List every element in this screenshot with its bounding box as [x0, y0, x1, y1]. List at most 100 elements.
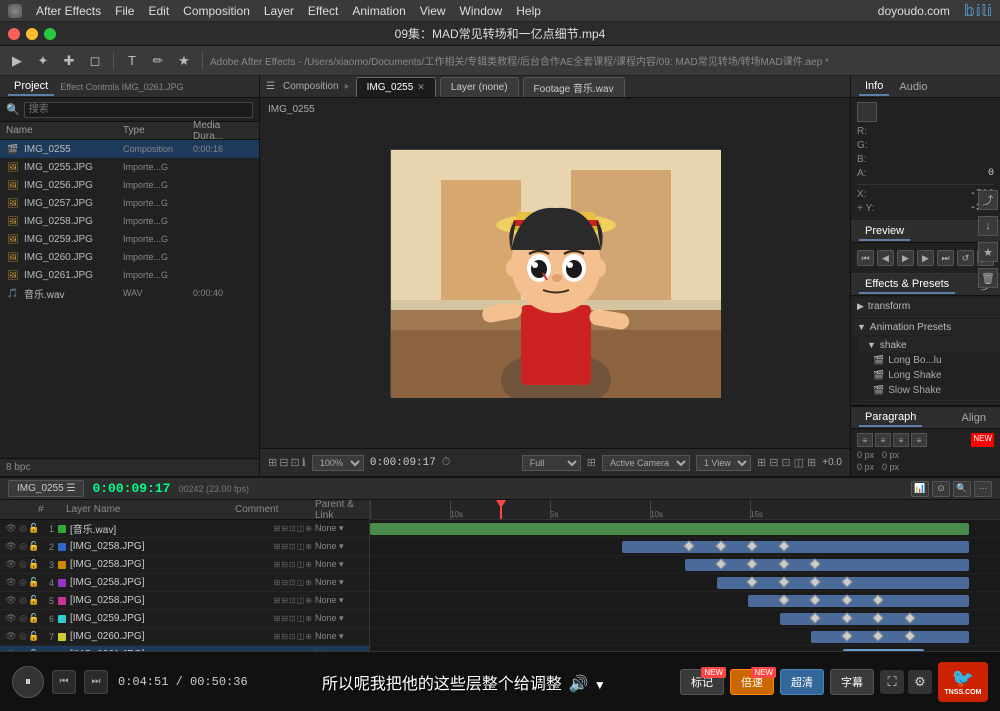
layer-lock-5[interactable]: 🔓 [28, 613, 38, 624]
tab-align[interactable]: Align [956, 410, 992, 426]
layer-icon-a-0[interactable]: ⊞ [274, 524, 281, 533]
layer-solo-5[interactable]: ◎ [18, 613, 28, 624]
layer-eye-3[interactable]: 👁 [4, 577, 18, 588]
file-item-0[interactable]: 🎬 IMG_0255 Composition 0:00:16 [0, 140, 259, 158]
tl-btn-solo[interactable]: ⊙ [932, 481, 950, 497]
prev-play[interactable]: ▶ [897, 250, 914, 266]
layer-row-6[interactable]: 👁 ◎ 🔓 7 [IMG_0260.JPG] ⊞ ⊟ ⊡ ◫ ⊕ None ▾ [0, 628, 369, 646]
layer-eye-6[interactable]: 👁 [4, 631, 18, 642]
layer-icon-e-5[interactable]: ⊕ [305, 614, 312, 623]
playhead[interactable] [500, 500, 502, 519]
pause-button[interactable]: ⏸ [12, 666, 44, 698]
viewer-icon-e[interactable]: ⊞ [807, 456, 816, 469]
file-item-3[interactable]: 🖼 IMG_0257.JPG Importe...G [0, 194, 259, 212]
layer-lock-0[interactable]: 🔓 [28, 523, 38, 534]
tab-layer-none[interactable]: Layer (none) [440, 77, 519, 97]
viewer-icon-c[interactable]: ⊡ [781, 456, 790, 469]
layer-icon-d-6[interactable]: ◫ [297, 632, 305, 641]
layer-row-5[interactable]: 👁 ◎ 🔓 6 [IMG_0259.JPG] ⊞ ⊟ ⊡ ◫ ⊕ None ▾ [0, 610, 369, 628]
para-align-center[interactable]: ≡ [875, 433, 891, 447]
star-icon[interactable]: ★ [978, 242, 998, 262]
tl-btn-graph[interactable]: 📊 [911, 481, 929, 497]
menu-aftereffects[interactable]: After Effects [36, 4, 101, 18]
timeline-comp-tab[interactable]: IMG_0255 ☰ [8, 480, 84, 497]
menu-view[interactable]: View [420, 4, 446, 18]
tab-effects-presets[interactable]: Effects & Presets [859, 276, 955, 294]
quality-button[interactable]: 超清 [780, 669, 824, 695]
layer-icon-d-5[interactable]: ◫ [297, 614, 305, 623]
layer-icon-e-4[interactable]: ⊕ [305, 596, 312, 605]
camera-select[interactable]: Active Camera [602, 455, 690, 471]
share-icon[interactable]: ⤴ [978, 190, 998, 210]
layer-icon-a-3[interactable]: ⊞ [274, 578, 281, 587]
layer-icon-b-3[interactable]: ⊟ [281, 578, 288, 587]
layer-solo-6[interactable]: ◎ [18, 631, 28, 642]
layer-icon-d-4[interactable]: ◫ [297, 596, 305, 605]
layer-icon-c-3[interactable]: ⊡ [289, 578, 296, 587]
toolbar-stamp[interactable]: ★ [173, 50, 195, 72]
effect-long-shake[interactable]: 🎬 Long Shake [859, 368, 1000, 383]
menu-help[interactable]: Help [516, 4, 541, 18]
layer-icon-b-5[interactable]: ⊟ [281, 614, 288, 623]
menu-composition[interactable]: Composition [183, 4, 250, 18]
effect-slow-shake[interactable]: 🎬 Slow Shake [859, 383, 1000, 398]
menu-file[interactable]: File [115, 4, 134, 18]
menu-layer[interactable]: Layer [264, 4, 294, 18]
minimize-button[interactable] [26, 28, 38, 40]
tab-project[interactable]: Project [8, 78, 54, 96]
layer-solo-0[interactable]: ◎ [18, 523, 28, 534]
tab-effect-controls[interactable]: Effect Controls IMG_0261.JPG [60, 82, 183, 92]
toolbar-brush[interactable]: ✏ [147, 50, 169, 72]
layer-icon-b-4[interactable]: ⊟ [281, 596, 288, 605]
subtitle-button[interactable]: 字幕 [830, 669, 874, 695]
viewer-icon-a[interactable]: ⊞ [757, 456, 766, 469]
layer-row-0[interactable]: 👁 ◎ 🔓 1 [音乐.wav] ⊞ ⊟ ⊡ ◫ ⊕ None ▾ [0, 520, 369, 538]
quality-select[interactable]: Full Half Quarter [522, 455, 581, 471]
transform-header[interactable]: ▶ transform [851, 298, 1000, 314]
layer-eye-5[interactable]: 👁 [4, 613, 18, 624]
layer-icon-d-1[interactable]: ◫ [297, 542, 305, 551]
settings-icon[interactable]: ⚙ [908, 670, 932, 694]
file-item-8[interactable]: 🎵 音乐.wav WAV 0:00:40 [0, 284, 259, 302]
layer-eye-2[interactable]: 👁 [4, 559, 18, 570]
menu-window[interactable]: Window [460, 4, 503, 18]
layer-icon-c-2[interactable]: ⊡ [289, 560, 296, 569]
layer-icon-e-2[interactable]: ⊕ [305, 560, 312, 569]
tab-close-comp[interactable]: ✕ [417, 82, 425, 93]
tab-audio[interactable]: Audio [893, 79, 933, 95]
layer-row-4[interactable]: 👁 ◎ 🔓 5 [IMG_0258.JPG] ⊞ ⊟ ⊡ ◫ ⊕ None ▾ [0, 592, 369, 610]
layer-icon-b-6[interactable]: ⊟ [281, 632, 288, 641]
toolbar-select[interactable]: ▶ [6, 50, 28, 72]
prev-step-back[interactable]: ◀ [877, 250, 894, 266]
file-item-2[interactable]: 🖼 IMG_0256.JPG Importe...G [0, 176, 259, 194]
file-item-7[interactable]: 🖼 IMG_0261.JPG Importe...G [0, 266, 259, 284]
layer-icon-c-6[interactable]: ⊡ [289, 632, 296, 641]
file-item-1[interactable]: 🖼 IMG_0255.JPG Importe...G [0, 158, 259, 176]
toolbar-rect[interactable]: ◻ [84, 50, 106, 72]
volume-icon[interactable]: 🔊 [569, 676, 589, 693]
fullscreen-icon[interactable]: ⛶ [880, 670, 904, 694]
layer-lock-2[interactable]: 🔓 [28, 559, 38, 570]
layer-icon-d-3[interactable]: ◫ [297, 578, 305, 587]
layer-icon-a-2[interactable]: ⊞ [274, 560, 281, 569]
tab-composition-main[interactable]: IMG_0255 ✕ [356, 77, 436, 97]
shake-header[interactable]: ▼ shake [859, 337, 1000, 353]
layer-lock-4[interactable]: 🔓 [28, 595, 38, 606]
tl-btn-more[interactable]: ⋯ [974, 481, 992, 497]
toolbar-pen[interactable]: ✦ [32, 50, 54, 72]
layer-icon-a-5[interactable]: ⊞ [274, 614, 281, 623]
delete-icon[interactable]: 🗑 [978, 268, 998, 288]
toolbar-text[interactable]: T [121, 50, 143, 72]
viewer-icon-b[interactable]: ⊟ [769, 456, 778, 469]
layer-icon-e-3[interactable]: ⊕ [305, 578, 312, 587]
breadcrumb-comp[interactable]: Composition [283, 81, 339, 92]
layer-icon-c-5[interactable]: ⊡ [289, 614, 296, 623]
file-item-6[interactable]: 🖼 IMG_0260.JPG Importe...G [0, 248, 259, 266]
layer-solo-2[interactable]: ◎ [18, 559, 28, 570]
layer-icon-b-2[interactable]: ⊟ [281, 560, 288, 569]
layer-icon-a-4[interactable]: ⊞ [274, 596, 281, 605]
menu-edit[interactable]: Edit [148, 4, 169, 18]
para-justify[interactable]: ≡ [911, 433, 927, 447]
layer-icon-e-0[interactable]: ⊕ [305, 524, 312, 533]
tab-preview[interactable]: Preview [859, 223, 910, 241]
